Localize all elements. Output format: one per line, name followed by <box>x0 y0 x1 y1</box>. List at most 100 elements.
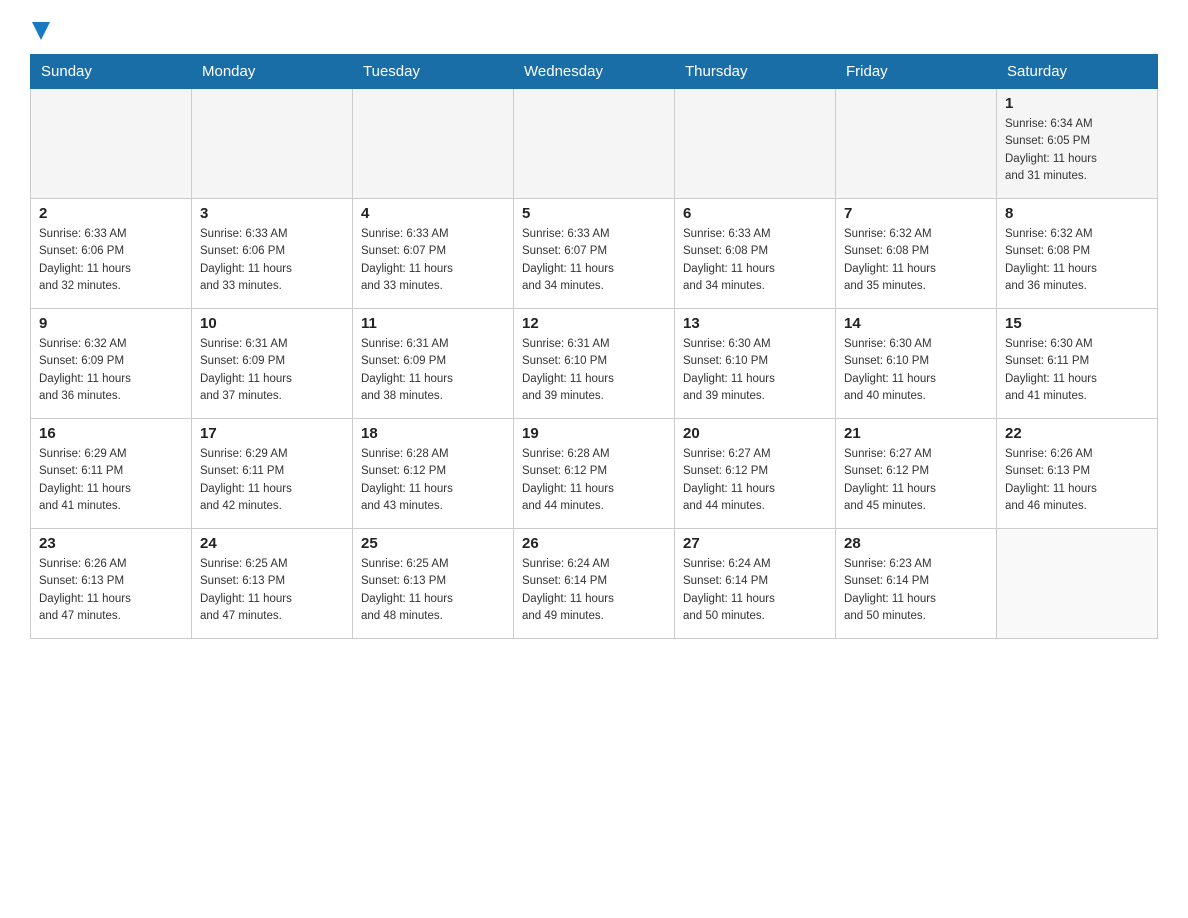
day-info: Sunrise: 6:23 AM Sunset: 6:14 PM Dayligh… <box>844 556 988 625</box>
calendar-week-row: 16 Sunrise: 6:29 AM Sunset: 6:11 PM Dayli… <box>31 419 1158 529</box>
calendar-cell: 19 Sunrise: 6:28 AM Sunset: 6:12 PM Dayli… <box>514 419 675 529</box>
day-number: 18 <box>361 425 505 442</box>
day-number: 12 <box>522 315 666 332</box>
calendar-week-row: 1 Sunrise: 6:34 AM Sunset: 6:05 PM Daylig… <box>31 89 1158 199</box>
day-info: Sunrise: 6:29 AM Sunset: 6:11 PM Dayligh… <box>200 446 344 515</box>
calendar-cell: 3 Sunrise: 6:33 AM Sunset: 6:06 PM Daylig… <box>192 199 353 309</box>
day-info: Sunrise: 6:30 AM Sunset: 6:10 PM Dayligh… <box>844 336 988 405</box>
day-info: Sunrise: 6:26 AM Sunset: 6:13 PM Dayligh… <box>1005 446 1149 515</box>
calendar-cell: 21 Sunrise: 6:27 AM Sunset: 6:12 PM Dayli… <box>836 419 997 529</box>
calendar-cell: 26 Sunrise: 6:24 AM Sunset: 6:14 PM Dayli… <box>514 529 675 639</box>
day-of-week-header: Tuesday <box>353 55 514 89</box>
calendar-cell: 18 Sunrise: 6:28 AM Sunset: 6:12 PM Dayli… <box>353 419 514 529</box>
day-number: 9 <box>39 315 183 332</box>
day-info: Sunrise: 6:31 AM Sunset: 6:10 PM Dayligh… <box>522 336 666 405</box>
calendar-cell <box>353 89 514 199</box>
day-of-week-header: Friday <box>836 55 997 89</box>
day-info: Sunrise: 6:25 AM Sunset: 6:13 PM Dayligh… <box>361 556 505 625</box>
day-info: Sunrise: 6:34 AM Sunset: 6:05 PM Dayligh… <box>1005 116 1149 185</box>
day-number: 25 <box>361 535 505 552</box>
day-number: 19 <box>522 425 666 442</box>
day-number: 2 <box>39 205 183 222</box>
calendar-cell: 2 Sunrise: 6:33 AM Sunset: 6:06 PM Daylig… <box>31 199 192 309</box>
day-info: Sunrise: 6:33 AM Sunset: 6:07 PM Dayligh… <box>522 226 666 295</box>
calendar-cell <box>514 89 675 199</box>
day-number: 13 <box>683 315 827 332</box>
day-number: 11 <box>361 315 505 332</box>
day-info: Sunrise: 6:27 AM Sunset: 6:12 PM Dayligh… <box>683 446 827 515</box>
calendar-cell: 17 Sunrise: 6:29 AM Sunset: 6:11 PM Dayli… <box>192 419 353 529</box>
day-number: 28 <box>844 535 988 552</box>
calendar-cell <box>31 89 192 199</box>
day-info: Sunrise: 6:31 AM Sunset: 6:09 PM Dayligh… <box>361 336 505 405</box>
day-info: Sunrise: 6:31 AM Sunset: 6:09 PM Dayligh… <box>200 336 344 405</box>
day-number: 23 <box>39 535 183 552</box>
calendar-cell: 16 Sunrise: 6:29 AM Sunset: 6:11 PM Dayli… <box>31 419 192 529</box>
day-number: 15 <box>1005 315 1149 332</box>
day-of-week-header: Monday <box>192 55 353 89</box>
day-info: Sunrise: 6:32 AM Sunset: 6:09 PM Dayligh… <box>39 336 183 405</box>
calendar-cell: 25 Sunrise: 6:25 AM Sunset: 6:13 PM Dayli… <box>353 529 514 639</box>
day-info: Sunrise: 6:33 AM Sunset: 6:07 PM Dayligh… <box>361 226 505 295</box>
day-number: 21 <box>844 425 988 442</box>
day-of-week-header: Thursday <box>675 55 836 89</box>
calendar-cell <box>997 529 1158 639</box>
day-number: 10 <box>200 315 344 332</box>
day-info: Sunrise: 6:33 AM Sunset: 6:08 PM Dayligh… <box>683 226 827 295</box>
calendar-cell <box>192 89 353 199</box>
day-info: Sunrise: 6:24 AM Sunset: 6:14 PM Dayligh… <box>683 556 827 625</box>
calendar-cell <box>836 89 997 199</box>
calendar-cell: 13 Sunrise: 6:30 AM Sunset: 6:10 PM Dayli… <box>675 309 836 419</box>
calendar-cell: 20 Sunrise: 6:27 AM Sunset: 6:12 PM Dayli… <box>675 419 836 529</box>
day-info: Sunrise: 6:27 AM Sunset: 6:12 PM Dayligh… <box>844 446 988 515</box>
day-number: 8 <box>1005 205 1149 222</box>
calendar-cell: 15 Sunrise: 6:30 AM Sunset: 6:11 PM Dayli… <box>997 309 1158 419</box>
calendar-cell: 14 Sunrise: 6:30 AM Sunset: 6:10 PM Dayli… <box>836 309 997 419</box>
calendar-cell: 24Sunrise: 6:25 AM Sunset: 6:13 PM Dayli… <box>192 529 353 639</box>
day-info: Sunrise: 6:28 AM Sunset: 6:12 PM Dayligh… <box>361 446 505 515</box>
day-number: 1 <box>1005 95 1149 112</box>
day-info: Sunrise: 6:30 AM Sunset: 6:10 PM Dayligh… <box>683 336 827 405</box>
day-of-week-header: Wednesday <box>514 55 675 89</box>
day-number: 17 <box>200 425 344 442</box>
day-number: 3 <box>200 205 344 222</box>
day-info: Sunrise: 6:28 AM Sunset: 6:12 PM Dayligh… <box>522 446 666 515</box>
calendar-cell: 28 Sunrise: 6:23 AM Sunset: 6:14 PM Dayli… <box>836 529 997 639</box>
header-row: SundayMondayTuesdayWednesdayThursdayFrid… <box>31 55 1158 89</box>
day-number: 22 <box>1005 425 1149 442</box>
logo-arrow-icon <box>32 22 50 42</box>
day-of-week-header: Saturday <box>997 55 1158 89</box>
calendar-week-row: 9 Sunrise: 6:32 AM Sunset: 6:09 PM Daylig… <box>31 309 1158 419</box>
day-number: 26 <box>522 535 666 552</box>
day-info: Sunrise: 6:32 AM Sunset: 6:08 PM Dayligh… <box>1005 226 1149 295</box>
day-number: 14 <box>844 315 988 332</box>
calendar-cell: 23 Sunrise: 6:26 AM Sunset: 6:13 PM Dayli… <box>31 529 192 639</box>
day-number: 20 <box>683 425 827 442</box>
calendar-cell: 1 Sunrise: 6:34 AM Sunset: 6:05 PM Daylig… <box>997 89 1158 199</box>
day-number: 7 <box>844 205 988 222</box>
calendar-cell: 7 Sunrise: 6:32 AM Sunset: 6:08 PM Daylig… <box>836 199 997 309</box>
calendar-cell: 9 Sunrise: 6:32 AM Sunset: 6:09 PM Daylig… <box>31 309 192 419</box>
day-number: 6 <box>683 205 827 222</box>
calendar-cell: 27 Sunrise: 6:24 AM Sunset: 6:14 PM Dayli… <box>675 529 836 639</box>
day-info: Sunrise: 6:26 AM Sunset: 6:13 PM Dayligh… <box>39 556 183 625</box>
day-number: 4 <box>361 205 505 222</box>
header <box>30 20 1158 38</box>
calendar-table: SundayMondayTuesdayWednesdayThursdayFrid… <box>30 54 1158 639</box>
calendar-cell: 10 Sunrise: 6:31 AM Sunset: 6:09 PM Dayli… <box>192 309 353 419</box>
day-info: Sunrise: 6:32 AM Sunset: 6:08 PM Dayligh… <box>844 226 988 295</box>
day-info: Sunrise: 6:24 AM Sunset: 6:14 PM Dayligh… <box>522 556 666 625</box>
day-number: 27 <box>683 535 827 552</box>
day-number: 16 <box>39 425 183 442</box>
calendar-cell: 8 Sunrise: 6:32 AM Sunset: 6:08 PM Daylig… <box>997 199 1158 309</box>
calendar-cell: 22 Sunrise: 6:26 AM Sunset: 6:13 PM Dayli… <box>997 419 1158 529</box>
day-info: Sunrise: 6:33 AM Sunset: 6:06 PM Dayligh… <box>39 226 183 295</box>
day-of-week-header: Sunday <box>31 55 192 89</box>
logo <box>30 20 50 38</box>
calendar-cell: 6 Sunrise: 6:33 AM Sunset: 6:08 PM Daylig… <box>675 199 836 309</box>
day-info: Sunrise: 6:29 AM Sunset: 6:11 PM Dayligh… <box>39 446 183 515</box>
calendar-week-row: 2 Sunrise: 6:33 AM Sunset: 6:06 PM Daylig… <box>31 199 1158 309</box>
calendar-cell <box>675 89 836 199</box>
day-info: Sunrise: 6:30 AM Sunset: 6:11 PM Dayligh… <box>1005 336 1149 405</box>
day-info: Sunrise: 6:33 AM Sunset: 6:06 PM Dayligh… <box>200 226 344 295</box>
